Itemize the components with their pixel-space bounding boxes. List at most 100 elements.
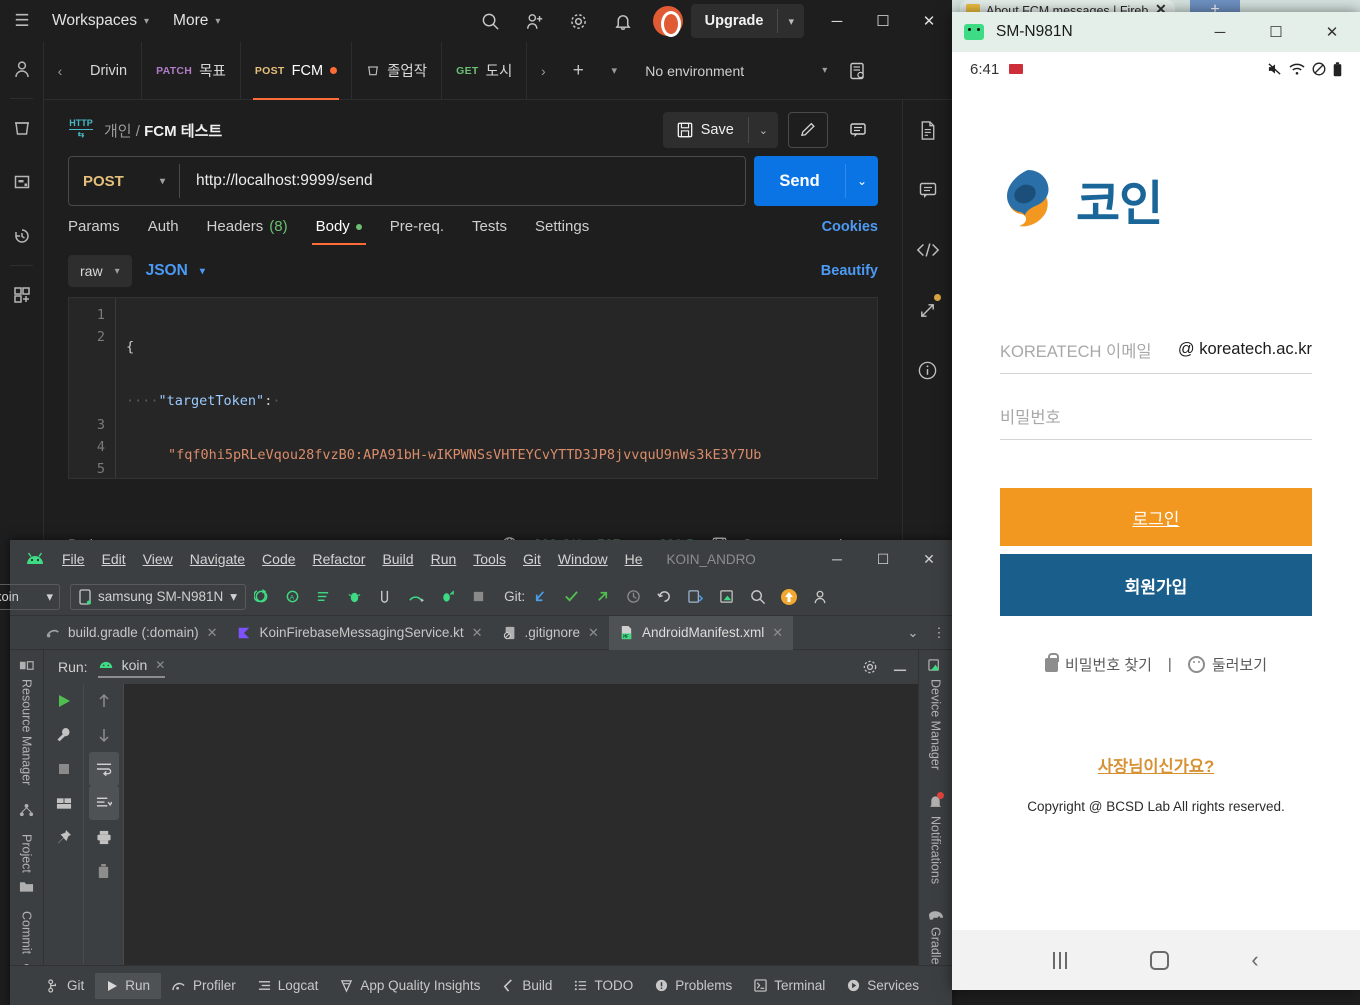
apply-changes-icon[interactable] xyxy=(308,578,339,616)
comment-icon[interactable] xyxy=(838,112,878,148)
account-icon[interactable] xyxy=(804,578,835,616)
sidebar-item-device-manager[interactable]: Device Manager xyxy=(929,679,943,770)
run-tab-koin[interactable]: koin ✕ xyxy=(97,657,166,678)
close-button[interactable]: ✕ xyxy=(906,540,952,578)
gear-icon[interactable] xyxy=(862,659,878,675)
file-tab-gitignore[interactable]: .gitignore ✕ xyxy=(493,616,609,650)
rerun-icon[interactable] xyxy=(44,684,83,718)
menu-tools[interactable]: Tools xyxy=(473,551,506,567)
menu-git[interactable]: Git xyxy=(523,551,541,567)
stop-icon[interactable] xyxy=(44,752,83,786)
close-icon[interactable]: ✕ xyxy=(155,658,165,672)
device-selector[interactable]: samsung SM-N981N ▾ xyxy=(70,583,247,610)
beautify-button[interactable]: Beautify xyxy=(821,263,878,279)
environment-selector[interactable]: No environment ▾ xyxy=(645,63,835,79)
menu-code[interactable]: Code xyxy=(262,551,295,567)
run-icon[interactable] xyxy=(246,578,277,616)
layout-inspector-icon[interactable] xyxy=(711,578,742,616)
new-icon[interactable] xyxy=(0,268,43,322)
menu-build[interactable]: Build xyxy=(382,551,413,567)
tabs-overflow-chevron-down-icon[interactable]: ⌄ xyxy=(900,625,926,641)
menu-refactor[interactable]: Refactor xyxy=(313,551,366,567)
maximize-button[interactable]: ☐ xyxy=(860,0,906,42)
file-tab-koin-firebase-messaging-service[interactable]: KoinFirebaseMessagingService.kt ✕ xyxy=(227,616,492,650)
tabs-next-button[interactable]: › xyxy=(527,63,559,79)
workspace-label[interactable]: 개인 xyxy=(104,123,132,140)
sidebar-item-project[interactable]: Project xyxy=(20,834,34,873)
info-icon[interactable] xyxy=(903,340,952,400)
upgrade-assistant-icon[interactable] xyxy=(773,578,804,616)
status-item-terminal[interactable]: Terminal xyxy=(743,973,836,999)
device-screen[interactable]: 6:41 코인 KOREATECH 이메일 @ koreatech.ac.kr … xyxy=(952,52,1360,930)
workspaces-menu[interactable]: Workspaces ▾ xyxy=(44,12,157,30)
more-menu[interactable]: More ▾ xyxy=(165,12,228,30)
pin-icon[interactable] xyxy=(44,820,83,854)
minimize-button[interactable]: ─ xyxy=(1192,12,1248,52)
up-arrow-icon[interactable] xyxy=(84,684,123,718)
save-options-chevron-down-icon[interactable]: ⌄ xyxy=(749,124,778,137)
menu-view[interactable]: View xyxy=(143,551,173,567)
minimize-icon[interactable] xyxy=(884,659,908,675)
git-update-icon[interactable] xyxy=(525,578,556,616)
tab-tests[interactable]: Tests xyxy=(458,218,521,245)
back-icon[interactable]: ‹ xyxy=(1251,949,1258,971)
url-input[interactable]: http://localhost:9999/send xyxy=(180,172,745,190)
body-format-selector[interactable]: JSON ▾ xyxy=(146,262,205,280)
documentation-icon[interactable] xyxy=(903,100,952,160)
status-item-profiler[interactable]: Profiler xyxy=(161,973,247,999)
login-button[interactable]: 로그인 xyxy=(1000,488,1312,546)
menu-run[interactable]: Run xyxy=(431,551,457,567)
environments-icon[interactable] xyxy=(0,155,43,209)
body-code-editor[interactable]: 1 2 3 4 5 { ····"targetToken":· "fqf0hi5… xyxy=(68,297,878,479)
editor-code[interactable]: { ····"targetToken":· "fqf0hi5pRLeVqou28… xyxy=(115,298,877,478)
sidebar-item-gradle[interactable]: Gradle xyxy=(929,927,943,965)
file-tab-android-manifest[interactable]: MF AndroidManifest.xml ✕ xyxy=(608,615,794,650)
close-icon[interactable]: ✕ xyxy=(472,625,483,641)
stop-icon[interactable] xyxy=(463,578,494,616)
status-item-problems[interactable]: Problems xyxy=(644,973,743,999)
device-explorer-icon[interactable] xyxy=(680,578,711,616)
minimize-button[interactable]: ─ xyxy=(814,540,860,578)
send-button[interactable]: Send ⌄ xyxy=(754,156,878,206)
body-type-selector[interactable]: raw ▾ xyxy=(68,255,132,287)
email-field[interactable]: KOREATECH 이메일 @ koreatech.ac.kr xyxy=(1000,326,1312,374)
run-configuration-selector[interactable]: koin ▾ xyxy=(0,583,60,610)
owner-link[interactable]: 사장님이신가요? xyxy=(1000,753,1312,777)
gear-icon[interactable] xyxy=(557,0,601,42)
comments-icon[interactable] xyxy=(903,160,952,220)
sidebar-item-notifications[interactable]: Notifications xyxy=(929,816,943,884)
status-item-build[interactable]: Build xyxy=(491,973,563,999)
undo-icon[interactable] xyxy=(649,578,680,616)
sidebar-item-resource-manager[interactable]: Resource Manager xyxy=(20,679,34,785)
debug-icon[interactable] xyxy=(339,578,370,616)
tab-settings[interactable]: Settings xyxy=(521,218,603,245)
tab-params[interactable]: Params xyxy=(68,218,134,245)
minimize-button[interactable]: ─ xyxy=(814,0,860,42)
request-tab-city[interactable]: GET 도시 xyxy=(442,41,528,100)
status-item-todo[interactable]: TODO xyxy=(563,973,644,999)
file-tab-build-gradle[interactable]: build.gradle (:domain) ✕ xyxy=(36,616,227,650)
status-item-app-quality-insights[interactable]: App Quality Insights xyxy=(329,973,491,999)
request-tab-fcm[interactable]: POST FCM xyxy=(241,41,353,100)
scroll-to-end-icon[interactable] xyxy=(88,786,119,820)
tab-headers[interactable]: Headers (8) xyxy=(193,218,302,245)
search-icon[interactable] xyxy=(469,0,513,42)
send-options-chevron-down-icon[interactable]: ⌄ xyxy=(846,174,878,188)
tabs-prev-button[interactable]: ‹ xyxy=(44,63,76,79)
rerun-icon[interactable]: A xyxy=(277,578,308,616)
signup-button[interactable]: 회원가입 xyxy=(1000,554,1312,616)
request-tab-graduate[interactable]: 졸업작 xyxy=(352,41,443,100)
menu-window[interactable]: Window xyxy=(558,551,608,567)
menu-navigate[interactable]: Navigate xyxy=(190,551,245,567)
environment-quick-look-icon[interactable] xyxy=(847,61,867,81)
tab-list-chevron-down-icon[interactable]: ▾ xyxy=(597,64,631,77)
chevron-down-icon[interactable]: ▾ xyxy=(778,15,804,28)
method-selector[interactable]: POST ▾ xyxy=(69,173,179,190)
git-push-icon[interactable] xyxy=(587,578,618,616)
git-history-icon[interactable] xyxy=(618,578,649,616)
tab-auth[interactable]: Auth xyxy=(134,218,193,245)
status-item-run[interactable]: Run xyxy=(95,972,162,999)
close-button[interactable]: ✕ xyxy=(906,0,952,42)
down-arrow-icon[interactable] xyxy=(84,718,123,752)
hamburger-icon[interactable]: ☰ xyxy=(0,11,44,31)
